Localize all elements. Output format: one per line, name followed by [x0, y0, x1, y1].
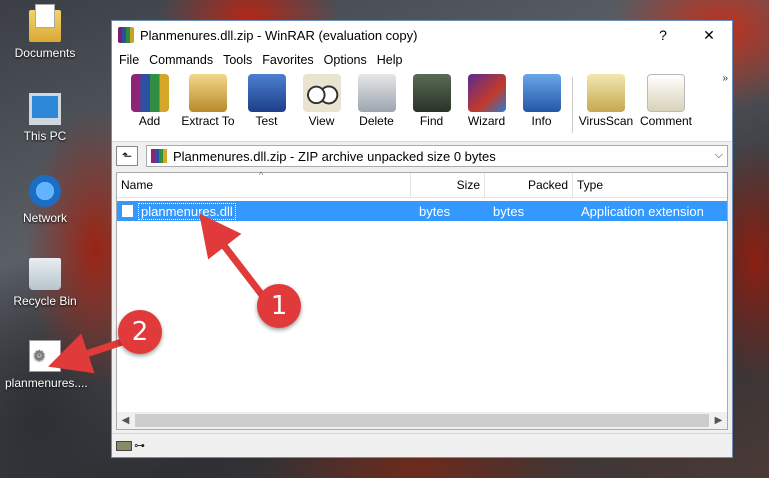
- arrow-to-file: [199, 213, 265, 298]
- step-badge-2: 2: [118, 310, 162, 354]
- annotation-arrows: [48, 213, 265, 374]
- step-badge-1: 1: [257, 284, 301, 328]
- arrow-to-desktop-file: [48, 333, 124, 374]
